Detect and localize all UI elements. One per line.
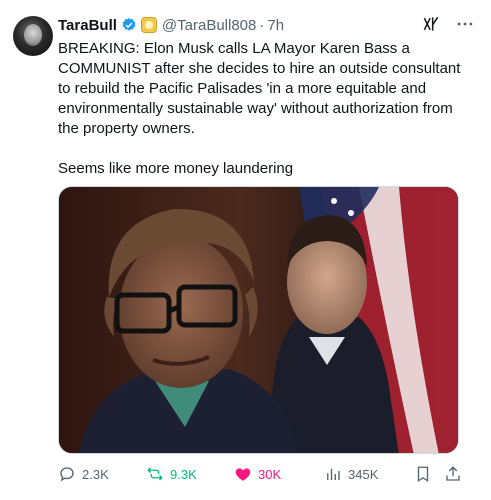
avatar[interactable] [13, 16, 53, 56]
reply-icon [60, 467, 74, 482]
tweet-text: BREAKING: Elon Musk calls LA Mayor Karen… [58, 40, 461, 177]
tweet-header: TaraBull @TaraBull808 · 7h [58, 14, 284, 36]
separator-dot: · [259, 16, 265, 34]
repost-count: 9.3K [170, 466, 197, 482]
reply-button[interactable]: 2.3K [58, 462, 109, 486]
reply-count: 2.3K [82, 466, 109, 482]
like-count: 30K [258, 466, 282, 482]
tweet-photo[interactable] [58, 186, 459, 454]
affiliate-badge-icon[interactable] [140, 17, 157, 33]
like-button[interactable]: 30K [234, 462, 281, 486]
author-name[interactable]: TaraBull [58, 17, 117, 34]
more-icon[interactable] [455, 14, 475, 34]
share-icon[interactable] [444, 465, 462, 483]
action-bar: 2.3K 9.3K 30K 345K [58, 462, 468, 486]
heart-icon [235, 468, 251, 481]
repost-icon [147, 467, 163, 481]
top-right-controls [421, 14, 475, 34]
views-icon [327, 468, 340, 480]
timestamp[interactable]: 7h [267, 17, 284, 34]
views-button[interactable]: 345K [324, 462, 378, 486]
grok-icon[interactable] [421, 14, 441, 34]
verified-badge-icon [122, 18, 136, 31]
bookmark-icon[interactable] [414, 465, 432, 483]
author-handle[interactable]: @TaraBull808 [162, 17, 256, 34]
repost-button[interactable]: 9.3K [146, 462, 197, 486]
views-count: 345K [348, 466, 379, 482]
tweet[interactable]: TaraBull @TaraBull808 · 7h BREAKING: Elo… [0, 0, 491, 500]
